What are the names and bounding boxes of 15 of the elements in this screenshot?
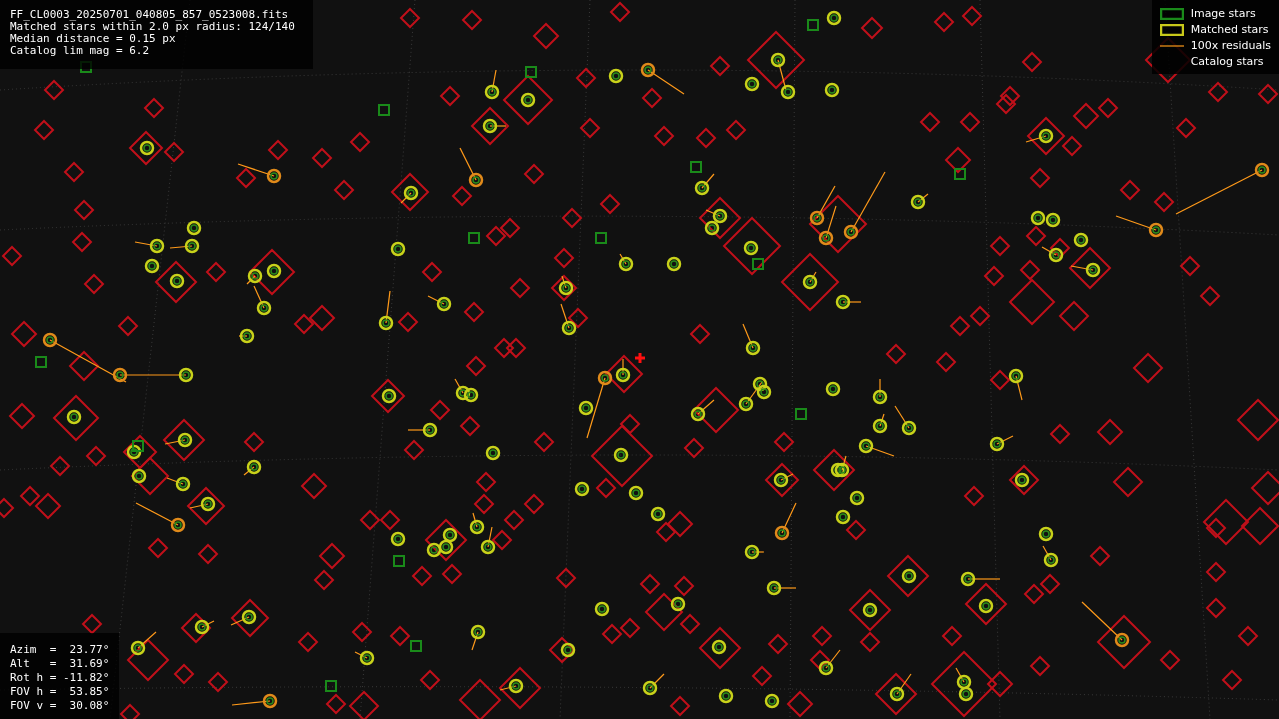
image-legend-icon	[1159, 8, 1184, 20]
info-text: FF_CL0003_20250701_040805_857_0523008.fits	[10, 9, 289, 21]
info-text: Median distance = 0.15 px	[10, 33, 176, 45]
info-text: Catalog lim mag = 6.2	[10, 45, 150, 57]
matched-legend-icon	[1159, 24, 1184, 36]
pointing-text: Alt = 31.69°	[10, 657, 110, 671]
pointing-text: Rot h = -11.82°	[10, 671, 110, 685]
pointing-text: FOV h = 53.85°	[10, 685, 110, 699]
legend-label: Matched stars	[1190, 22, 1269, 38]
legend-label: Catalog stars	[1190, 54, 1264, 70]
info-text: Matched stars within 2.0 px radius: 124/140	[10, 21, 295, 33]
pointing-text: FOV v = 30.08°	[10, 699, 110, 713]
legend-label: Image stars	[1190, 6, 1256, 22]
legend-label: 100x residuals	[1190, 38, 1271, 54]
pointing-text: Azim = 23.77°	[10, 643, 110, 657]
